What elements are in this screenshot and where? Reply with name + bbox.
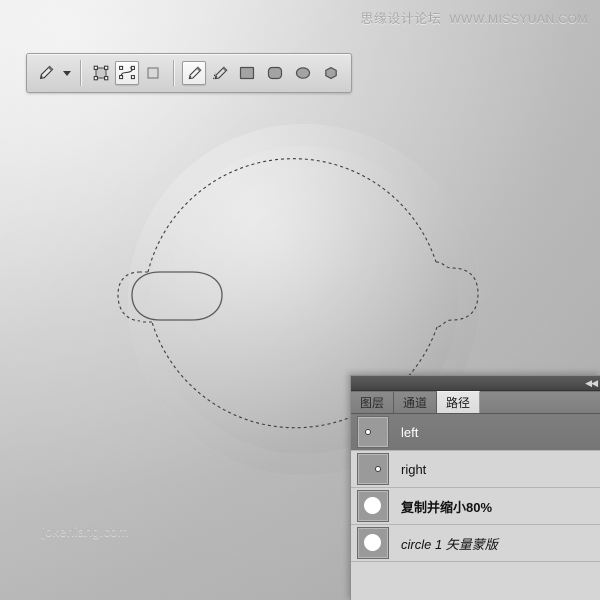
ellipse-icon xyxy=(295,67,311,79)
rounded-rectangle-tool-button[interactable] xyxy=(262,61,288,85)
path-thumbnail-left[interactable] xyxy=(357,416,389,448)
paths-icon xyxy=(119,65,135,80)
shape-layers-mode-button[interactable] xyxy=(89,61,113,85)
options-toolbar xyxy=(26,53,352,93)
path-thumb-dot-icon xyxy=(375,466,381,472)
path-thumb-circle-icon xyxy=(364,534,381,551)
path-thumb-dot-icon xyxy=(365,429,371,435)
fill-pixels-icon xyxy=(147,67,159,79)
tab-channels[interactable]: 通道 xyxy=(394,392,438,413)
tab-layers[interactable]: 图层 xyxy=(351,392,395,413)
polygon-icon xyxy=(325,66,337,80)
path-name-left: left xyxy=(401,424,419,440)
rounded-rectangle-icon xyxy=(267,66,283,80)
path-thumbnail-copy-scaled[interactable] xyxy=(357,490,389,522)
fill-pixels-mode-button[interactable] xyxy=(141,61,165,85)
path-name-right: right xyxy=(401,461,427,477)
shape-layers-icon xyxy=(93,65,109,81)
polygon-tool-button[interactable] xyxy=(318,61,344,85)
pen-tool-icon xyxy=(188,65,202,79)
panel-tab-strip: 图层 通道 路径 xyxy=(351,391,600,414)
path-name-circle-vector-mask: circle 1 矢量蒙版 xyxy=(401,536,498,552)
paths-panel: ◀◀ 图层 通道 路径 left right 复制并缩小80% circle 1… xyxy=(350,375,600,600)
pen-tool-preset-button[interactable] xyxy=(34,61,58,85)
ellipse-tool-button[interactable] xyxy=(290,61,316,85)
watermark-top-cn: 思缘设计论坛 xyxy=(360,11,442,26)
path-thumbnail-circle-vector-mask[interactable] xyxy=(357,527,389,559)
toolbar-separator-1 xyxy=(80,60,81,86)
double-arrow-collapse-icon[interactable]: ◀◀ xyxy=(585,378,598,388)
panel-titlebar[interactable]: ◀◀ xyxy=(351,376,600,391)
rectangle-tool-button[interactable] xyxy=(234,61,260,85)
path-row-circle-vector-mask[interactable]: circle 1 矢量蒙版 xyxy=(351,525,600,562)
pen-tool-button[interactable] xyxy=(182,61,206,85)
panel-tab-filler xyxy=(480,392,600,413)
tab-paths-label: 路径 xyxy=(446,396,471,410)
rectangle-icon xyxy=(239,66,255,80)
tab-layers-label: 图层 xyxy=(360,396,385,410)
tab-paths[interactable]: 路径 xyxy=(437,391,481,413)
paths-mode-button[interactable] xyxy=(115,61,139,85)
toolbar-separator-2 xyxy=(173,60,174,86)
paths-list: left right 复制并缩小80% circle 1 矢量蒙版 xyxy=(351,414,600,600)
path-row-copy-scaled[interactable]: 复制并缩小80% xyxy=(351,488,600,525)
pen-tool-icon xyxy=(39,65,54,80)
path-row-right[interactable]: right xyxy=(351,451,600,488)
chevron-down-icon[interactable] xyxy=(61,62,73,84)
tab-channels-label: 通道 xyxy=(403,396,428,410)
screenshot-root: 思缘设计论坛 WWW.MISSYUAN.COM jokerliang.com ◀… xyxy=(0,0,600,600)
path-name-copy-scaled: 复制并缩小80% xyxy=(401,499,493,515)
watermark-top-url: WWW.MISSYUAN.COM xyxy=(449,12,588,26)
freeform-pen-tool-icon xyxy=(212,65,228,79)
freeform-pen-tool-button[interactable] xyxy=(208,61,232,85)
watermark-bottom: jokerliang.com xyxy=(42,524,129,539)
path-row-left[interactable]: left xyxy=(351,414,600,451)
watermark-top: 思缘设计论坛 WWW.MISSYUAN.COM xyxy=(360,8,588,27)
path-thumb-circle-icon xyxy=(364,497,381,514)
path-thumbnail-right[interactable] xyxy=(357,453,389,485)
